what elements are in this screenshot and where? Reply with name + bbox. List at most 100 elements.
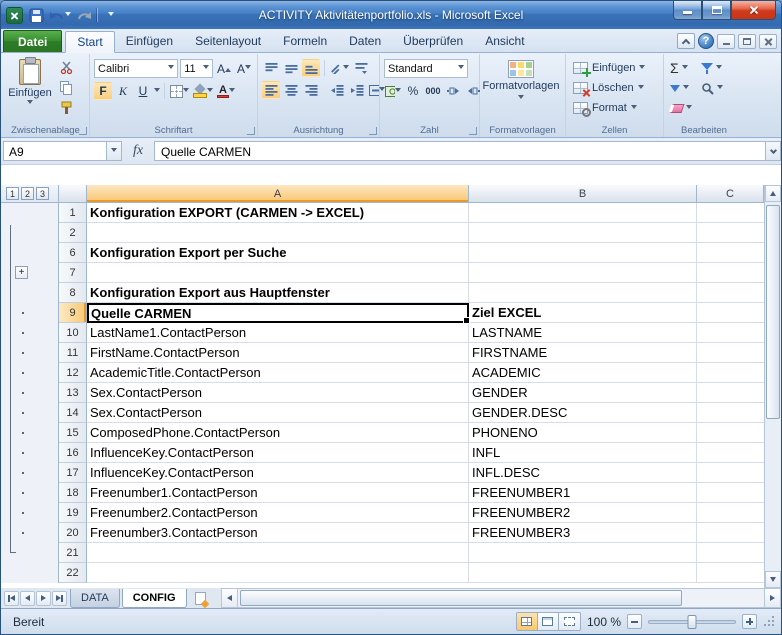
cell-c6[interactable]: [697, 243, 764, 263]
clear-button[interactable]: [668, 99, 694, 117]
cell-b6[interactable]: [469, 243, 697, 263]
cell-b1[interactable]: [469, 203, 697, 223]
cell-c15[interactable]: [697, 423, 764, 443]
insert-cells-button[interactable]: Einfügen: [570, 58, 659, 78]
row-header-7[interactable]: 7: [59, 263, 87, 283]
cell-b18[interactable]: FREENUMBER1: [469, 483, 697, 503]
cell-a12[interactable]: AcademicTitle.ContactPerson: [87, 363, 469, 383]
column-header-a[interactable]: A: [87, 185, 469, 203]
row-header-15[interactable]: 15: [59, 423, 87, 443]
workbook-minimize-button[interactable]: [717, 34, 735, 49]
find-select-button[interactable]: [699, 79, 725, 97]
redo-button[interactable]: [75, 5, 93, 25]
cell-c14[interactable]: [697, 403, 764, 423]
cell-a13[interactable]: Sex.ContactPerson: [87, 383, 469, 403]
cell-a22[interactable]: [87, 563, 469, 583]
increase-indent-button[interactable]: [348, 81, 366, 99]
row-header-22[interactable]: 22: [59, 563, 87, 583]
scroll-up-button[interactable]: [765, 185, 781, 202]
autosum-button[interactable]: Σ: [668, 59, 694, 77]
outline-level-3-button[interactable]: 3: [36, 187, 49, 200]
cell-c1[interactable]: [697, 203, 764, 223]
undo-dropdown-icon[interactable]: [65, 12, 71, 19]
cell-b12[interactable]: ACADEMIC: [469, 363, 697, 383]
cell-c22[interactable]: [697, 563, 764, 583]
outline-level-1-button[interactable]: 1: [6, 187, 19, 200]
row-header-19[interactable]: 19: [59, 503, 87, 523]
page-layout-view-button[interactable]: [538, 613, 559, 630]
outline-expand-button[interactable]: +: [15, 266, 28, 279]
tab-einfuegen[interactable]: Einfügen: [115, 30, 184, 52]
vertical-scroll-track[interactable]: [765, 202, 781, 571]
number-format-combo[interactable]: Standard: [384, 59, 468, 78]
shrink-font-button[interactable]: A: [235, 60, 253, 78]
cell-b9[interactable]: Ziel EXCEL: [469, 303, 697, 323]
paste-button[interactable]: Einfügen: [6, 56, 54, 124]
horizontal-scroll-thumb[interactable]: [240, 590, 682, 606]
formula-input[interactable]: Quelle CARMEN: [154, 141, 765, 161]
row-header-18[interactable]: 18: [59, 483, 87, 503]
close-button[interactable]: [731, 1, 776, 20]
customize-qat-button[interactable]: [102, 5, 120, 25]
row-header-16[interactable]: 16: [59, 443, 87, 463]
row-header-20[interactable]: 20: [59, 523, 87, 543]
previous-sheet-button[interactable]: [20, 591, 35, 606]
cell-b21[interactable]: [469, 543, 697, 563]
zoom-slider[interactable]: [648, 620, 736, 624]
page-break-view-button[interactable]: [559, 613, 580, 630]
vertical-scrollbar[interactable]: [764, 185, 781, 588]
cell-b10[interactable]: LASTNAME: [469, 323, 697, 343]
align-bottom-button[interactable]: [302, 59, 320, 77]
cell-a6[interactable]: Konfiguration Export per Suche: [87, 243, 469, 263]
cell-b19[interactable]: FREENUMBER2: [469, 503, 697, 523]
cell-a2[interactable]: [87, 223, 469, 243]
workbook-restore-button[interactable]: [738, 34, 756, 49]
cell-c13[interactable]: [697, 383, 764, 403]
minimize-button[interactable]: [673, 1, 702, 20]
cell-c17[interactable]: [697, 463, 764, 483]
horizontal-scroll-track[interactable]: [238, 588, 765, 608]
horizontal-scrollbar[interactable]: [221, 588, 782, 608]
first-sheet-button[interactable]: [4, 591, 19, 606]
sheet-tab-data[interactable]: DATA: [70, 589, 120, 608]
row-header-14[interactable]: 14: [59, 403, 87, 423]
cell-c9[interactable]: [697, 303, 764, 323]
fill-button[interactable]: [668, 79, 694, 97]
cell-c20[interactable]: [697, 523, 764, 543]
grow-font-button[interactable]: A: [215, 60, 233, 78]
cell-c2[interactable]: [697, 223, 764, 243]
font-color-button[interactable]: A: [216, 82, 236, 100]
cell-b15[interactable]: PHONENO: [469, 423, 697, 443]
align-left-button[interactable]: [262, 81, 280, 99]
tab-formeln[interactable]: Formeln: [272, 30, 338, 52]
scroll-down-button[interactable]: [765, 571, 781, 588]
tab-start[interactable]: Start: [65, 31, 114, 53]
cell-a15[interactable]: ComposedPhone.ContactPerson: [87, 423, 469, 443]
undo-button[interactable]: [49, 5, 71, 25]
align-top-button[interactable]: [262, 59, 280, 77]
font-name-combo[interactable]: Calibri: [94, 59, 178, 78]
cell-a9-selected[interactable]: Quelle CARMEN: [87, 303, 469, 323]
accounting-format-button[interactable]: [384, 82, 402, 100]
workbook-close-button[interactable]: [759, 34, 777, 49]
zoom-slider-thumb[interactable]: [688, 615, 697, 629]
cell-a18[interactable]: Freenumber1.ContactPerson: [87, 483, 469, 503]
cell-a17[interactable]: InfluenceKey.ContactPerson: [87, 463, 469, 483]
cell-a21[interactable]: [87, 543, 469, 563]
cell-c21[interactable]: [697, 543, 764, 563]
copy-button[interactable]: [56, 78, 76, 97]
cell-a16[interactable]: InfluenceKey.ContactPerson: [87, 443, 469, 463]
row-header-6[interactable]: 6: [59, 243, 87, 263]
column-header-b[interactable]: B: [469, 185, 697, 203]
insert-function-button[interactable]: fx: [125, 141, 151, 161]
format-cells-button[interactable]: Format: [570, 98, 659, 118]
row-header-10[interactable]: 10: [59, 323, 87, 343]
resize-grip[interactable]: [763, 615, 776, 628]
tab-seitenlayout[interactable]: Seitenlayout: [184, 30, 272, 52]
zoom-level[interactable]: 100 %: [587, 615, 621, 629]
cell-c18[interactable]: [697, 483, 764, 503]
cell-a7[interactable]: [87, 263, 469, 283]
row-header-2[interactable]: 2: [59, 223, 87, 243]
cell-b17[interactable]: INFL.DESC: [469, 463, 697, 483]
cell-a1[interactable]: Konfiguration EXPORT (CARMEN -> EXCEL): [87, 203, 469, 223]
